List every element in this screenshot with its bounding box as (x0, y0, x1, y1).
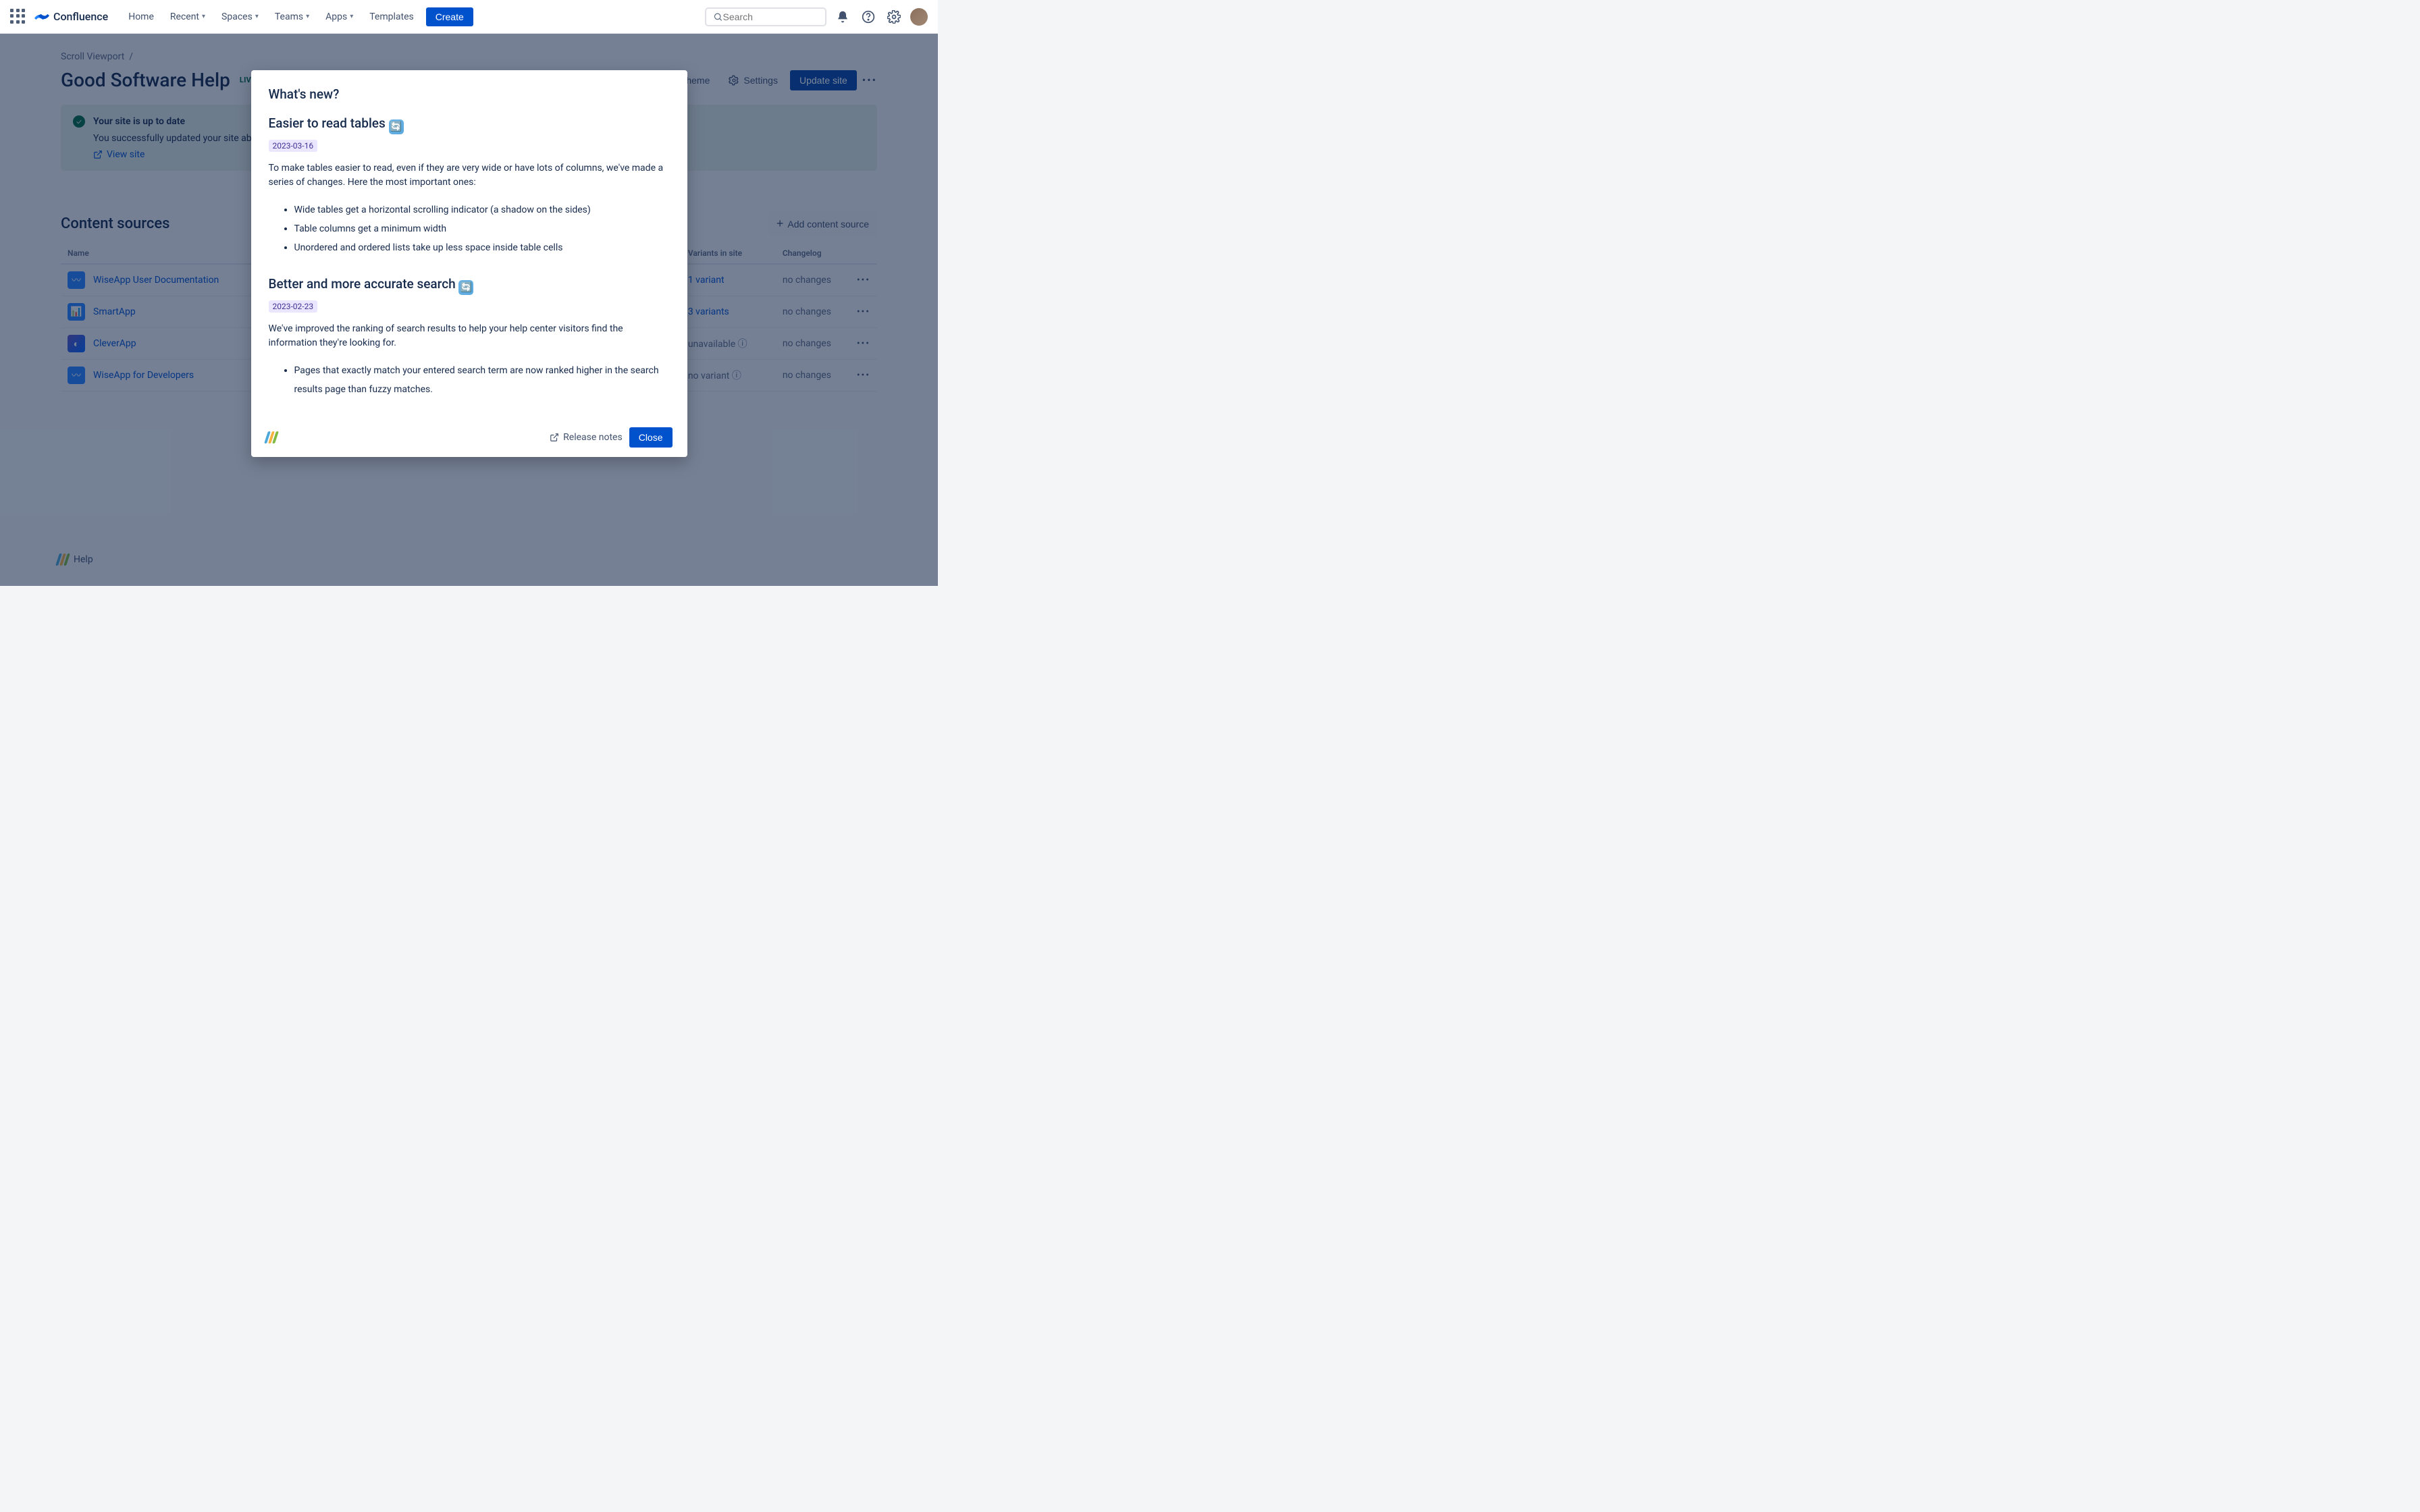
settings-icon[interactable] (885, 7, 903, 26)
confluence-logo[interactable]: Confluence (34, 9, 108, 24)
notifications-icon[interactable] (833, 7, 852, 26)
release-date-2: 2023-02-23 (269, 300, 318, 313)
search-box[interactable] (705, 7, 826, 26)
modal-body: What's new? Easier to read tables 🔄 2023… (251, 70, 687, 418)
release-heading-1: Easier to read tables 🔄 (269, 115, 670, 134)
nav-apps[interactable]: Apps▾ (319, 7, 360, 26)
top-navigation: Confluence Home Recent▾ Spaces▾ Teams▾ A… (0, 0, 938, 34)
whats-new-modal: What's new? Easier to read tables 🔄 2023… (251, 70, 687, 457)
nav-recent[interactable]: Recent▾ (163, 7, 212, 26)
close-button[interactable]: Close (629, 427, 673, 448)
logo-text: Confluence (53, 10, 108, 23)
nav-teams[interactable]: Teams▾ (268, 7, 316, 26)
external-link-icon (550, 433, 559, 442)
release-heading-2: Better and more accurate search 🔄 (269, 276, 670, 295)
chevron-down-icon: ▾ (306, 13, 309, 20)
chevron-down-icon: ▾ (202, 13, 205, 20)
release-paragraph-2: We've improved the ranking of search res… (269, 322, 670, 350)
release-paragraph-1: To make tables easier to read, even if t… (269, 161, 670, 190)
release-date-1: 2023-03-16 (269, 140, 318, 152)
modal-footer: Release notes Close (251, 418, 687, 457)
topnav-right (705, 7, 928, 26)
nav-templates[interactable]: Templates (363, 7, 421, 26)
modal-overlay: What's new? Easier to read tables 🔄 2023… (0, 34, 938, 586)
search-icon (713, 11, 723, 22)
nav-spaces[interactable]: Spaces▾ (215, 7, 265, 26)
create-button[interactable]: Create (426, 7, 473, 26)
app-switcher-icon[interactable] (10, 9, 26, 25)
confluence-logo-icon (34, 9, 49, 24)
help-icon[interactable] (859, 7, 878, 26)
refresh-icon: 🔄 (389, 119, 404, 134)
brand-slash-icon (266, 431, 277, 443)
chevron-down-icon: ▾ (255, 13, 259, 20)
release-bullets-1: Wide tables get a horizontal scrolling i… (294, 200, 670, 257)
search-input[interactable] (723, 11, 818, 22)
chevron-down-icon: ▾ (350, 13, 353, 20)
user-avatar[interactable] (910, 8, 928, 26)
release-bullets-2: Pages that exactly match your entered se… (294, 361, 670, 399)
nav-items: Home Recent▾ Spaces▾ Teams▾ Apps▾ Templa… (122, 7, 421, 26)
release-notes-link[interactable]: Release notes (550, 432, 623, 443)
refresh-icon: 🔄 (458, 280, 473, 295)
nav-home[interactable]: Home (122, 7, 161, 26)
modal-title: What's new? (269, 86, 670, 102)
